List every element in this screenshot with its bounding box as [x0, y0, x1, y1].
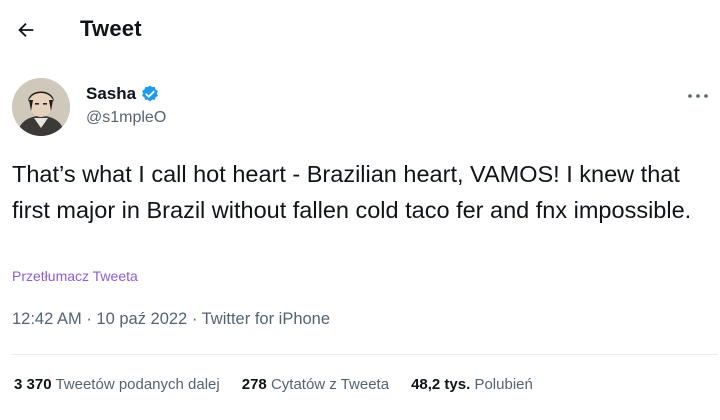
divider — [12, 354, 718, 355]
author-name: Sasha — [86, 84, 137, 103]
tweet-text: That’s what I call hot heart - Brazilian… — [12, 161, 692, 223]
likes-label: Polubień — [474, 376, 533, 393]
translate-tweet-link[interactable]: Przetłumacz Tweeta — [12, 268, 138, 284]
quotes-count: 278 — [241, 376, 267, 393]
quotes-label: Cytatów z Tweeta — [270, 376, 390, 393]
author-name-link[interactable]: Sasha — [86, 84, 160, 104]
page-header: Tweet — [0, 0, 720, 60]
more-horizontal-icon — [688, 94, 708, 98]
more-button[interactable] — [684, 84, 712, 108]
tweet-time[interactable]: 12:42 AM — [12, 310, 82, 328]
avatar-image — [12, 78, 70, 136]
tweet-meta: 12:42 AM · 10 paź 2022 · Twitter for iPh… — [12, 310, 330, 329]
tweet-date[interactable]: 10 paź 2022 — [96, 310, 187, 328]
arrow-left-icon — [18, 22, 34, 38]
tweet-source[interactable]: Twitter for iPhone — [202, 310, 330, 328]
avatar[interactable] — [12, 78, 70, 136]
verified-badge-icon — [142, 85, 158, 102]
retweets-count: 3 370 — [14, 376, 52, 393]
tweet-stats: 3 370 Tweetów podanych dalej 278 Cytatów… — [14, 376, 533, 393]
back-button[interactable] — [8, 12, 44, 48]
author-handle[interactable]: @s1mpleO — [86, 109, 166, 127]
likes-stat[interactable]: 48,2 tys. Polubień — [411, 376, 533, 393]
retweets-label: Tweetów podanych dalej — [55, 376, 220, 393]
retweets-stat[interactable]: 3 370 Tweetów podanych dalej — [14, 376, 220, 393]
meta-separator: · — [191, 310, 198, 328]
quotes-stat[interactable]: 278 Cytatów z Tweeta — [242, 376, 389, 393]
meta-separator: · — [86, 310, 92, 328]
likes-count: 48,2 tys. — [411, 376, 471, 393]
page-title: Tweet — [80, 16, 142, 41]
tweet-author: Sasha @s1mpleO — [12, 78, 712, 138]
